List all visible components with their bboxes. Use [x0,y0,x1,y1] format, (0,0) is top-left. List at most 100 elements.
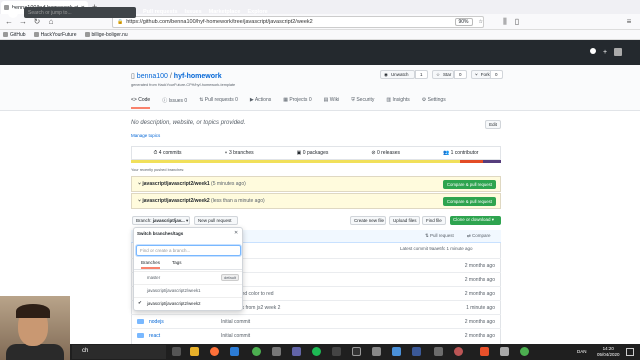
taskbar-clock[interactable]: 14:20 05/04/2020 [597,346,620,357]
taskbar-search[interactable]: ch [72,345,166,359]
file-row[interactable]: react Initial commit 2 months ago [131,328,501,342]
sidebar-icon[interactable]: ▯ [512,17,522,27]
address-bar[interactable]: 🔒 https://github.com/benna100/hyf-homewo… [112,16,484,28]
pull-request-link[interactable]: ⇅ Pull request [425,233,454,239]
watch-count[interactable]: 1 [415,70,428,79]
find-file-button[interactable]: Find file [422,216,446,225]
app-icon[interactable] [500,347,509,356]
branch-item[interactable]: master default [134,271,242,283]
tab-pull-requests[interactable]: ⇅ Pull requests 0 [199,97,238,109]
tab-security[interactable]: ⛨ Security [351,97,374,109]
firefox-icon[interactable] [210,347,219,356]
plus-icon[interactable]: + [603,49,607,56]
reload-icon[interactable]: ↻ [32,17,42,27]
fork-button[interactable]: ⑂ Fork [471,70,491,79]
app-icon[interactable] [520,347,529,356]
tab-actions[interactable]: ▶ Actions [250,97,271,109]
search-input[interactable]: Search or jump to... [24,7,136,18]
push-branch[interactable]: javascript/javascript2/week2 [142,198,209,204]
tab-label: Projects [289,97,308,103]
new-pull-request-button[interactable]: New pull request [194,216,238,225]
menu-icon[interactable]: ≡ [624,17,634,27]
contributors-link[interactable]: 👥 1 contributor [443,150,478,156]
branch-item[interactable]: ✔ javascript/javascript2/week2 [134,297,242,309]
fork-count[interactable]: 0 [490,70,503,79]
packages-link[interactable]: ▣ 0 packages [297,150,329,156]
tab-tags[interactable]: Tags [172,260,182,269]
teams-icon[interactable] [292,347,301,356]
tab-code[interactable]: <> Code [131,97,151,109]
releases-link[interactable]: ⊘ 0 releases [371,150,400,156]
bookmark-github[interactable]: GitHub [3,32,26,38]
notification-center-icon[interactable] [626,348,634,356]
file-row[interactable]: nodejs Initial commit 2 months ago [131,314,501,328]
language-bar[interactable] [131,160,501,163]
compare-pull-request-button[interactable]: Compare & pull request [442,180,496,189]
tab-label: Pull requests [204,97,234,103]
repo-owner-link[interactable]: benna100 [137,73,168,80]
app-icon[interactable] [332,347,341,356]
close-icon[interactable]: ✕ [234,230,238,236]
latest-commit[interactable]: Latest commit 9aae6fc 1 minute ago [400,246,473,251]
app-icon[interactable] [372,347,381,356]
tab-branches[interactable]: Branches [141,260,161,269]
zoom-level[interactable]: 90% [454,18,473,26]
app-icon[interactable] [454,347,463,356]
tab-insights[interactable]: ▥ Insights [386,97,409,109]
bookmark-billige-boliger[interactable]: billige-boliger.nu [84,32,128,38]
manage-topics-link[interactable]: Manage topics [131,133,160,138]
star-button[interactable]: ☆ Star [432,70,454,79]
file-name[interactable]: react [149,333,160,339]
tab-issues[interactable]: ⓘ Issues 0 [162,97,187,109]
language-indicator[interactable]: DAN [577,349,587,354]
app-icon[interactable] [272,347,281,356]
commit-message[interactable]: Initial commit [221,333,250,339]
nav-pull-requests[interactable]: Pull requests [143,9,178,15]
commits-link[interactable]: ⏱ 4 commits [153,150,181,156]
branch-name: javascript/javascript2/week1 [147,288,201,293]
bookmark-star-icon[interactable]: ☆ [479,19,483,25]
tab-projects[interactable]: ▦ Projects 0 [283,97,311,109]
github-logo-icon[interactable] [8,8,18,18]
bookmark-hackyourfuture[interactable]: HackYourFuture [33,32,77,38]
avatar[interactable] [614,48,622,56]
app-icon[interactable] [392,347,401,356]
commit-message[interactable]: Initial commit [221,319,250,325]
commit-age: 2 months ago [464,319,495,325]
clone-download-button[interactable]: Clone or download ▾ [450,216,501,225]
forward-icon[interactable]: → [18,17,28,27]
edit-button[interactable]: Edit [485,120,501,129]
file-explorer-icon[interactable] [190,347,199,356]
compare-link[interactable]: ⇄ Compare [467,233,491,239]
branch-item[interactable]: javascript/javascript2/week1 [134,284,242,296]
app-icon[interactable] [412,347,421,356]
nav-marketplace[interactable]: Marketplace [209,9,241,15]
branch-filter-input[interactable]: Find or create a branch... [136,245,241,256]
notifications-icon[interactable] [590,48,596,54]
task-view-icon[interactable] [172,347,181,356]
home-icon[interactable]: ⌂ [46,17,56,27]
spotify-icon[interactable] [312,347,321,356]
star-count[interactable]: 0 [454,70,467,79]
nav-issues[interactable]: Issues [185,9,202,15]
push-branch[interactable]: javascript/javascript2/week1 [142,181,209,187]
obs-icon[interactable] [352,347,361,356]
nav-explore[interactable]: Explore [247,9,267,15]
app-icon[interactable] [434,347,443,356]
tab-wiki[interactable]: ▤ Wiki [324,97,340,109]
tab-settings[interactable]: ⚙ Settings [422,97,446,109]
repo-name-link[interactable]: hyf-homework [174,73,222,80]
create-file-button[interactable]: Create new file [350,216,386,225]
language-bar-segment [482,160,501,163]
back-icon[interactable]: ← [4,17,14,27]
chrome-icon[interactable] [252,347,261,356]
file-name[interactable]: nodejs [149,319,164,325]
compare-pull-request-button[interactable]: Compare & pull request [442,197,496,206]
branch-select-button[interactable]: Branch: javascript/jav... ▾ [132,216,190,225]
app-icon[interactable] [480,347,489,356]
library-icon[interactable]: ⫼ [500,17,510,27]
branches-link[interactable]: ⑂ 3 branches [225,150,254,156]
unwatch-button[interactable]: ◉ Unwatch [380,70,415,79]
vscode-icon[interactable] [230,347,239,356]
upload-files-button[interactable]: Upload files [389,216,420,225]
